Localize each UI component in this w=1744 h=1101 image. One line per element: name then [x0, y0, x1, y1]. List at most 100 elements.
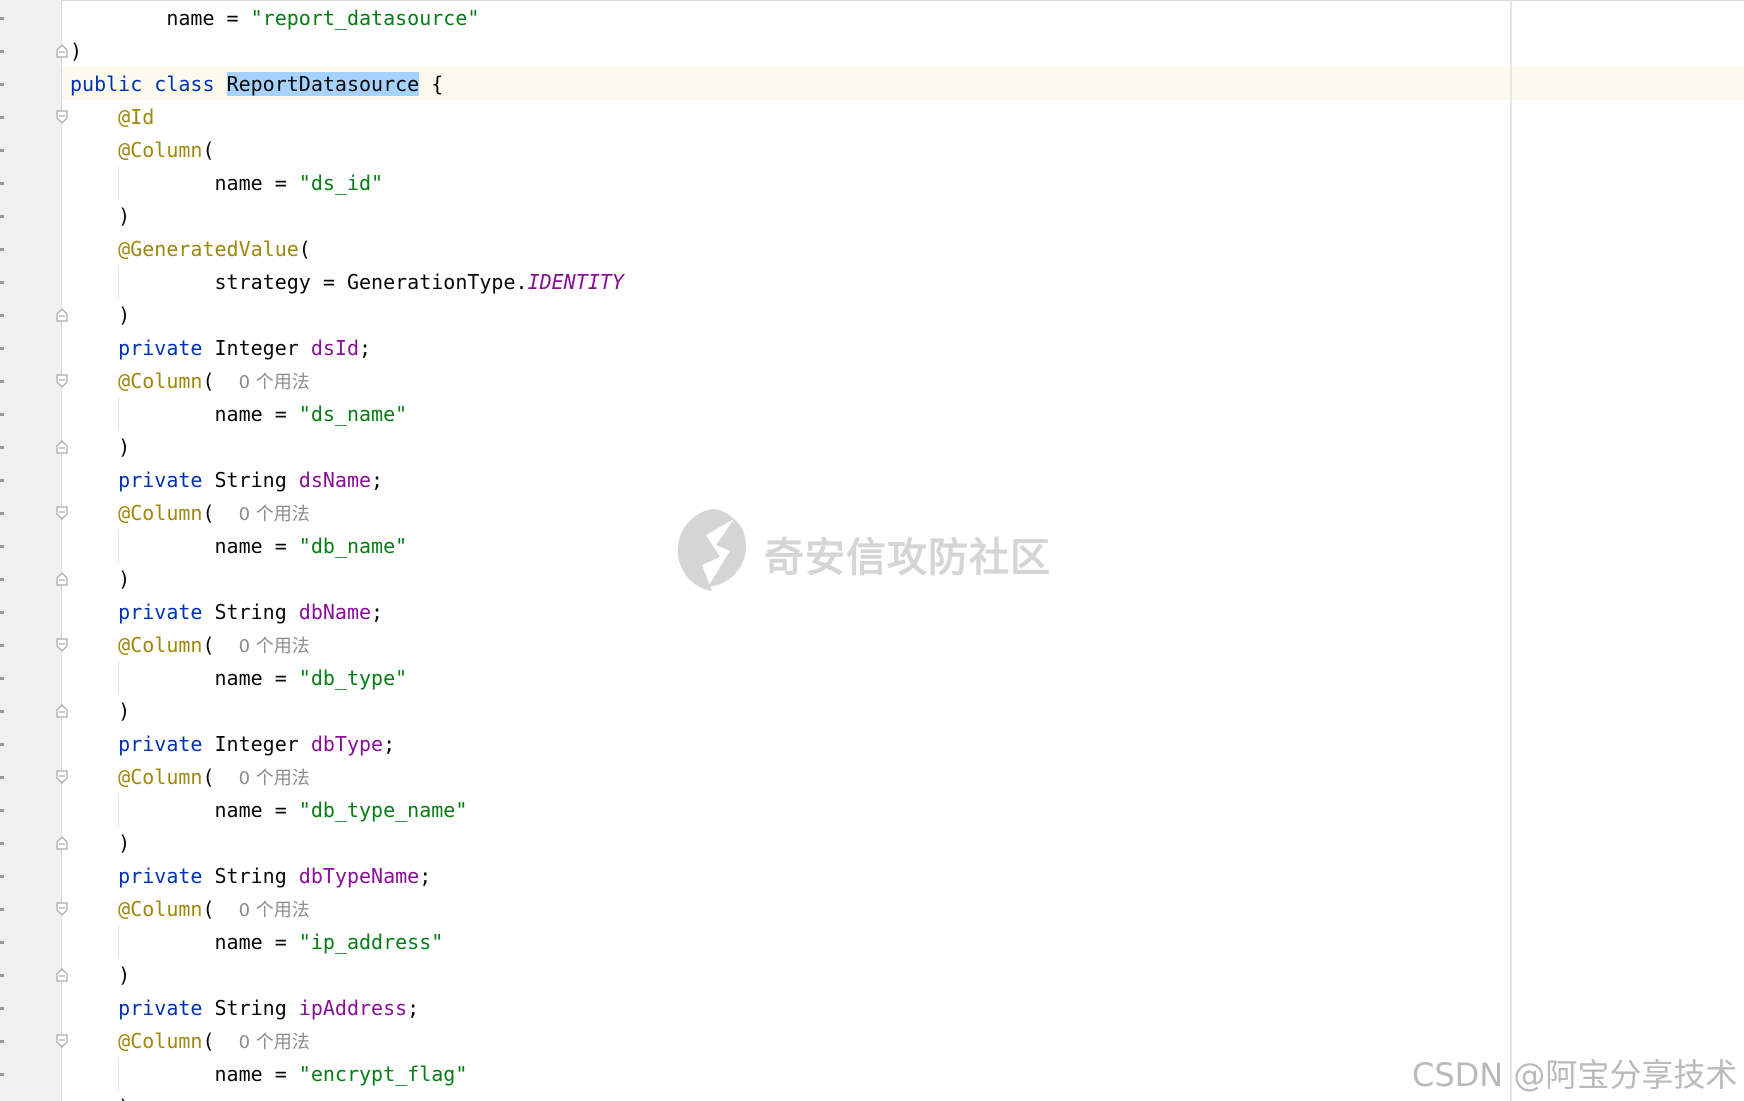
fold-end-icon[interactable]: [55, 968, 69, 982]
code-line[interactable]: @Id: [70, 101, 154, 134]
fold-collapse-icon[interactable]: [55, 506, 69, 520]
line-number-tick: [0, 941, 4, 944]
line-number-tick: [0, 149, 4, 152]
code-line[interactable]: ): [70, 431, 130, 464]
line-number-tick: [0, 182, 4, 185]
code-line[interactable]: private Integer dsId;: [70, 332, 371, 365]
code-line[interactable]: private Integer dbType;: [70, 728, 395, 761]
code-line[interactable]: ): [70, 695, 130, 728]
code-token: String: [202, 600, 299, 624]
usage-hint[interactable]: 0 个用法: [239, 900, 310, 921]
code-token: (: [202, 633, 239, 657]
code-token: ;: [371, 468, 384, 492]
line-number-tick: [0, 1040, 4, 1043]
code-line[interactable]: name = "db_type_name": [70, 794, 467, 827]
fold-end-icon[interactable]: [55, 836, 69, 850]
code-token: dsName: [298, 468, 372, 492]
code-line[interactable]: name = "ip_address": [70, 926, 443, 959]
code-line[interactable]: ): [70, 1091, 130, 1101]
fold-end-icon[interactable]: [55, 572, 69, 586]
code-token: "encrypt_flag": [298, 1062, 468, 1086]
code-token: String: [202, 864, 299, 888]
code-token: (: [202, 138, 215, 162]
code-line[interactable]: name = "report_datasource": [70, 2, 479, 35]
code-token: "db_type": [298, 666, 408, 690]
watermark-text: 奇安信攻防社区: [764, 535, 1051, 581]
usage-hint[interactable]: 0 个用法: [239, 636, 310, 657]
line-number-tick: [0, 710, 4, 713]
code-token: (: [202, 369, 239, 393]
code-token: name =: [70, 171, 299, 195]
code-line[interactable]: strategy = GenerationType.IDENTITY: [70, 266, 623, 299]
code-line[interactable]: ): [70, 35, 82, 68]
line-number-tick: [0, 380, 4, 383]
line-number-tick: [0, 677, 4, 680]
code-token: dbName: [298, 600, 372, 624]
line-number-tick: [0, 347, 4, 350]
fold-end-icon[interactable]: [55, 704, 69, 718]
code-line[interactable]: @Column( 0 个用法: [70, 761, 310, 794]
code-line[interactable]: @Column( 0 个用法: [70, 629, 310, 662]
code-line[interactable]: @Column( 0 个用法: [70, 893, 310, 926]
code-token: @Id: [118, 105, 155, 129]
code-line[interactable]: public class ReportDatasource {: [70, 68, 443, 101]
code-line[interactable]: ): [70, 563, 130, 596]
fold-end-icon[interactable]: [55, 440, 69, 454]
code-line[interactable]: ): [70, 827, 130, 860]
code-token: Integer: [202, 732, 311, 756]
line-number-tick: [0, 809, 4, 812]
fold-collapse-icon[interactable]: [55, 374, 69, 388]
code-line[interactable]: ): [70, 959, 130, 992]
indent-guide: [118, 1058, 119, 1091]
code-line[interactable]: @GeneratedValue(: [70, 233, 311, 266]
code-line[interactable]: private String dbTypeName;: [70, 860, 431, 893]
fold-collapse-icon[interactable]: [55, 110, 69, 124]
code-line[interactable]: name = "ds_name": [70, 398, 407, 431]
usage-hint[interactable]: 0 个用法: [239, 1032, 310, 1053]
fold-collapse-icon[interactable]: [55, 638, 69, 652]
lightning-logo-icon: [677, 509, 746, 591]
code-line[interactable]: ): [70, 299, 130, 332]
fold-collapse-icon[interactable]: [55, 902, 69, 916]
code-token: "ds_name": [298, 402, 408, 426]
code-line[interactable]: private String ipAddress;: [70, 992, 419, 1025]
code-token: name =: [70, 930, 299, 954]
code-line[interactable]: private String dbName;: [70, 596, 383, 629]
code-line[interactable]: private String dsName;: [70, 464, 383, 497]
code-line[interactable]: ): [70, 200, 130, 233]
line-gutter[interactable]: [0, 0, 62, 1101]
fold-end-icon[interactable]: [55, 44, 69, 58]
code-token: ReportDatasource: [226, 72, 420, 96]
code-line[interactable]: @Column( 0 个用法: [70, 365, 310, 398]
code-line[interactable]: @Column( 0 个用法: [70, 497, 310, 530]
code-editor[interactable]: name = "report_datasource") public class …: [0, 0, 1744, 1101]
usage-hint[interactable]: 0 个用法: [239, 372, 310, 393]
code-line[interactable]: name = "ds_id": [70, 167, 383, 200]
fold-collapse-icon[interactable]: [55, 1034, 69, 1048]
indent-guide: [118, 398, 119, 431]
right-margin-guide: [1510, 0, 1512, 1101]
fold-end-icon[interactable]: [55, 308, 69, 322]
fold-collapse-icon[interactable]: [55, 770, 69, 784]
code-line[interactable]: @Column(: [70, 134, 215, 167]
code-line[interactable]: name = "db_type": [70, 662, 407, 695]
code-token: "ip_address": [298, 930, 444, 954]
usage-hint[interactable]: 0 个用法: [239, 768, 310, 789]
code-token: ;: [419, 864, 432, 888]
code-token: ): [70, 303, 131, 327]
code-line[interactable]: name = "db_name": [70, 530, 407, 563]
indent-guide: [118, 266, 119, 299]
code-line[interactable]: name = "encrypt_flag": [70, 1058, 467, 1091]
qianxin-watermark: 奇安信攻防社区: [672, 505, 1072, 595]
code-token: name =: [70, 534, 299, 558]
usage-hint[interactable]: 0 个用法: [239, 504, 310, 525]
code-line[interactable]: @Column( 0 个用法: [70, 1025, 310, 1058]
line-number-tick: [0, 743, 4, 746]
